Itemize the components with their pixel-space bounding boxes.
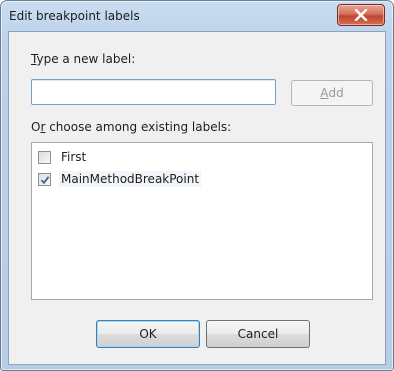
dialog-body: Type a new label: Add Or choose among ex… [8, 31, 386, 365]
existing-labels-prompt: Or choose among existing labels: [31, 120, 232, 134]
list-item[interactable]: MainMethodBreakPoint [38, 169, 202, 189]
mainmethodbreakpoint-checkbox[interactable] [38, 172, 51, 186]
title-bar[interactable]: Edit breakpoint labels [1, 1, 393, 31]
list-item-label: MainMethodBreakPoint [59, 171, 202, 187]
existing-labels-list[interactable]: First MainMethodBreakPoint [31, 142, 373, 300]
cancel-button[interactable]: Cancel [206, 320, 310, 348]
new-label-prompt: Type a new label: [31, 52, 136, 66]
ok-button[interactable]: OK [96, 320, 200, 348]
first-checkbox[interactable] [38, 150, 51, 164]
checkmark-icon [40, 175, 50, 184]
edit-breakpoint-labels-dialog: Edit breakpoint labels Type a new label:… [0, 0, 394, 371]
close-icon [354, 9, 368, 21]
list-item[interactable]: First [38, 147, 88, 167]
window-title: Edit breakpoint labels [9, 9, 140, 23]
new-label-input[interactable] [31, 79, 276, 105]
add-button[interactable]: Add [291, 80, 373, 106]
close-button[interactable] [337, 4, 385, 26]
list-item-label: First [61, 150, 87, 164]
